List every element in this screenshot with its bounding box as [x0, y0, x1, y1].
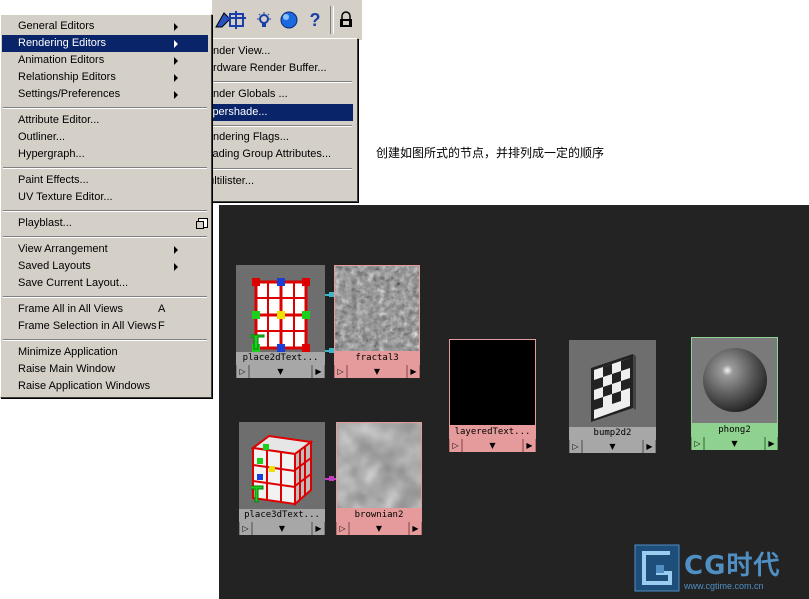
node-controls: ▷ ▼ ▶ [691, 437, 778, 450]
place2d-swatch [236, 265, 325, 352]
node-expand-button[interactable]: ▼ [463, 439, 522, 452]
node-label: bump2d2 [569, 427, 656, 440]
layered-swatch [449, 339, 536, 426]
node-input-button[interactable]: ▷ [335, 365, 346, 378]
menu-item-frame-selection[interactable]: Frame Selection in All Views F [2, 318, 208, 335]
node-input-button[interactable]: ▷ [237, 365, 248, 378]
toolbar: ? [212, 0, 362, 40]
node-brownian2[interactable]: brownian2 ▷ ▼ ▶ [336, 422, 422, 535]
light-bulb-icon[interactable] [253, 9, 275, 31]
menu-item-paint-effects[interactable]: Paint Effects... [2, 172, 208, 189]
node-place3dtexture[interactable]: place3dText... ▷ ▼ ▶ [239, 422, 325, 535]
logo-url: www.cgtime.com.cn [684, 581, 764, 591]
node-label: place3dText... [239, 509, 325, 522]
menu-item-rendering-editors[interactable]: Rendering Editors [2, 35, 208, 52]
logo-text: CG时代 [684, 551, 781, 581]
node-fractal3[interactable]: fractal3 ▷ ▼ ▶ [334, 265, 420, 378]
node-bump2d2[interactable]: bump2d2 ▷ ▼ ▶ [569, 340, 656, 453]
node-output-button[interactable]: ▶ [766, 437, 777, 450]
cgtime-logo: CG时代 www.cgtime.com.cn [634, 543, 809, 599]
menu-item-frame-all[interactable]: Frame All in All Views A [2, 301, 208, 318]
menu-item-outliner[interactable]: Outliner... [2, 129, 208, 146]
place3d-swatch [239, 422, 325, 509]
menu-item-uv-texture-editor[interactable]: UV Texture Editor... [2, 189, 208, 206]
node-output-button[interactable]: ▶ [313, 365, 324, 378]
instruction-text: 创建如图所式的节点，并排列成一定的顺序 [376, 146, 605, 160]
node-label: fractal3 [334, 352, 420, 365]
node-expand-button[interactable]: ▼ [705, 437, 764, 450]
node-output-button[interactable]: ▶ [644, 440, 655, 453]
menu-separator [3, 339, 207, 341]
menu-item-raise-main-window[interactable]: Raise Main Window [2, 361, 208, 378]
node-controls: ▷ ▼ ▶ [236, 365, 325, 378]
menu-item-raise-application-windows[interactable]: Raise Application Windows [2, 378, 208, 395]
shortcut-label: F [158, 320, 165, 332]
menu-separator [3, 167, 207, 169]
sphere-render-icon[interactable] [278, 9, 300, 31]
node-input-button[interactable]: ▷ [240, 522, 251, 535]
help-icon[interactable]: ? [304, 9, 326, 31]
node-input-button[interactable]: ▷ [570, 440, 581, 453]
menu-item-general-editors[interactable]: General Editors [2, 18, 208, 35]
brownian-swatch [336, 422, 422, 509]
menu-separator [3, 296, 207, 298]
node-input-button[interactable]: ▷ [450, 439, 461, 452]
menu-item-attribute-editor[interactable]: Attribute Editor... [2, 112, 208, 129]
node-output-button[interactable]: ▶ [408, 365, 419, 378]
menu-separator [3, 210, 207, 212]
node-label: phong2 [691, 424, 778, 437]
menu-item-animation-editors[interactable]: Animation Editors [2, 52, 208, 69]
node-layeredtexture[interactable]: layeredText... ▷ ▼ ▶ [449, 339, 536, 452]
fractal-swatch [334, 265, 420, 352]
menu-separator [3, 236, 207, 238]
node-controls: ▷ ▼ ▶ [334, 365, 420, 378]
node-label: place2dText... [236, 352, 325, 365]
hypershade-work-area[interactable]: place2dText... ▷ ▼ ▶ fractal3 ▷ ▼ ▶ laye… [219, 205, 809, 599]
node-input-button[interactable]: ▷ [692, 437, 703, 450]
node-output-button[interactable]: ▶ [524, 439, 535, 452]
phong-swatch [691, 337, 778, 424]
shortcut-label: A [158, 303, 166, 315]
node-expand-button[interactable]: ▼ [250, 365, 311, 378]
menu-item-save-current-layout[interactable]: Save Current Layout... [2, 275, 208, 292]
node-expand-button[interactable]: ▼ [253, 522, 311, 535]
node-output-button[interactable]: ▶ [313, 522, 324, 535]
node-phong2[interactable]: phong2 ▷ ▼ ▶ [691, 337, 778, 450]
node-controls: ▷ ▼ ▶ [336, 522, 422, 535]
menu-item-settings-preferences[interactable]: Settings/Preferences [2, 86, 208, 103]
option-box-icon[interactable] [196, 218, 208, 229]
node-controls: ▷ ▼ ▶ [569, 440, 656, 453]
uv-lattice-icon[interactable] [226, 9, 248, 31]
panels-menu: General Editors Rendering Editors Animat… [0, 14, 212, 398]
lock-icon[interactable] [335, 9, 357, 31]
node-controls: ▷ ▼ ▶ [239, 522, 325, 535]
node-place2dtexture[interactable]: place2dText... ▷ ▼ ▶ [236, 265, 325, 378]
node-input-button[interactable]: ▷ [337, 522, 348, 535]
menu-item-playblast[interactable]: Playblast... [2, 215, 208, 232]
bump-swatch [569, 340, 656, 427]
node-output-button[interactable]: ▶ [410, 522, 421, 535]
node-expand-button[interactable]: ▼ [348, 365, 406, 378]
menu-item-saved-layouts[interactable]: Saved Layouts [2, 258, 208, 275]
node-expand-button[interactable]: ▼ [350, 522, 408, 535]
menu-separator [3, 107, 207, 109]
node-label: layeredText... [449, 426, 536, 439]
node-controls: ▷ ▼ ▶ [449, 439, 536, 452]
menu-item-view-arrangement[interactable]: View Arrangement [2, 241, 208, 258]
node-expand-button[interactable]: ▼ [583, 440, 642, 453]
menu-item-relationship-editors[interactable]: Relationship Editors [2, 69, 208, 86]
connection-arrow [329, 476, 334, 481]
menu-item-minimize-application[interactable]: Minimize Application [2, 344, 208, 361]
menu-item-hypergraph[interactable]: Hypergraph... [2, 146, 208, 163]
toolbar-separator [330, 6, 334, 34]
node-label: brownian2 [336, 509, 422, 522]
